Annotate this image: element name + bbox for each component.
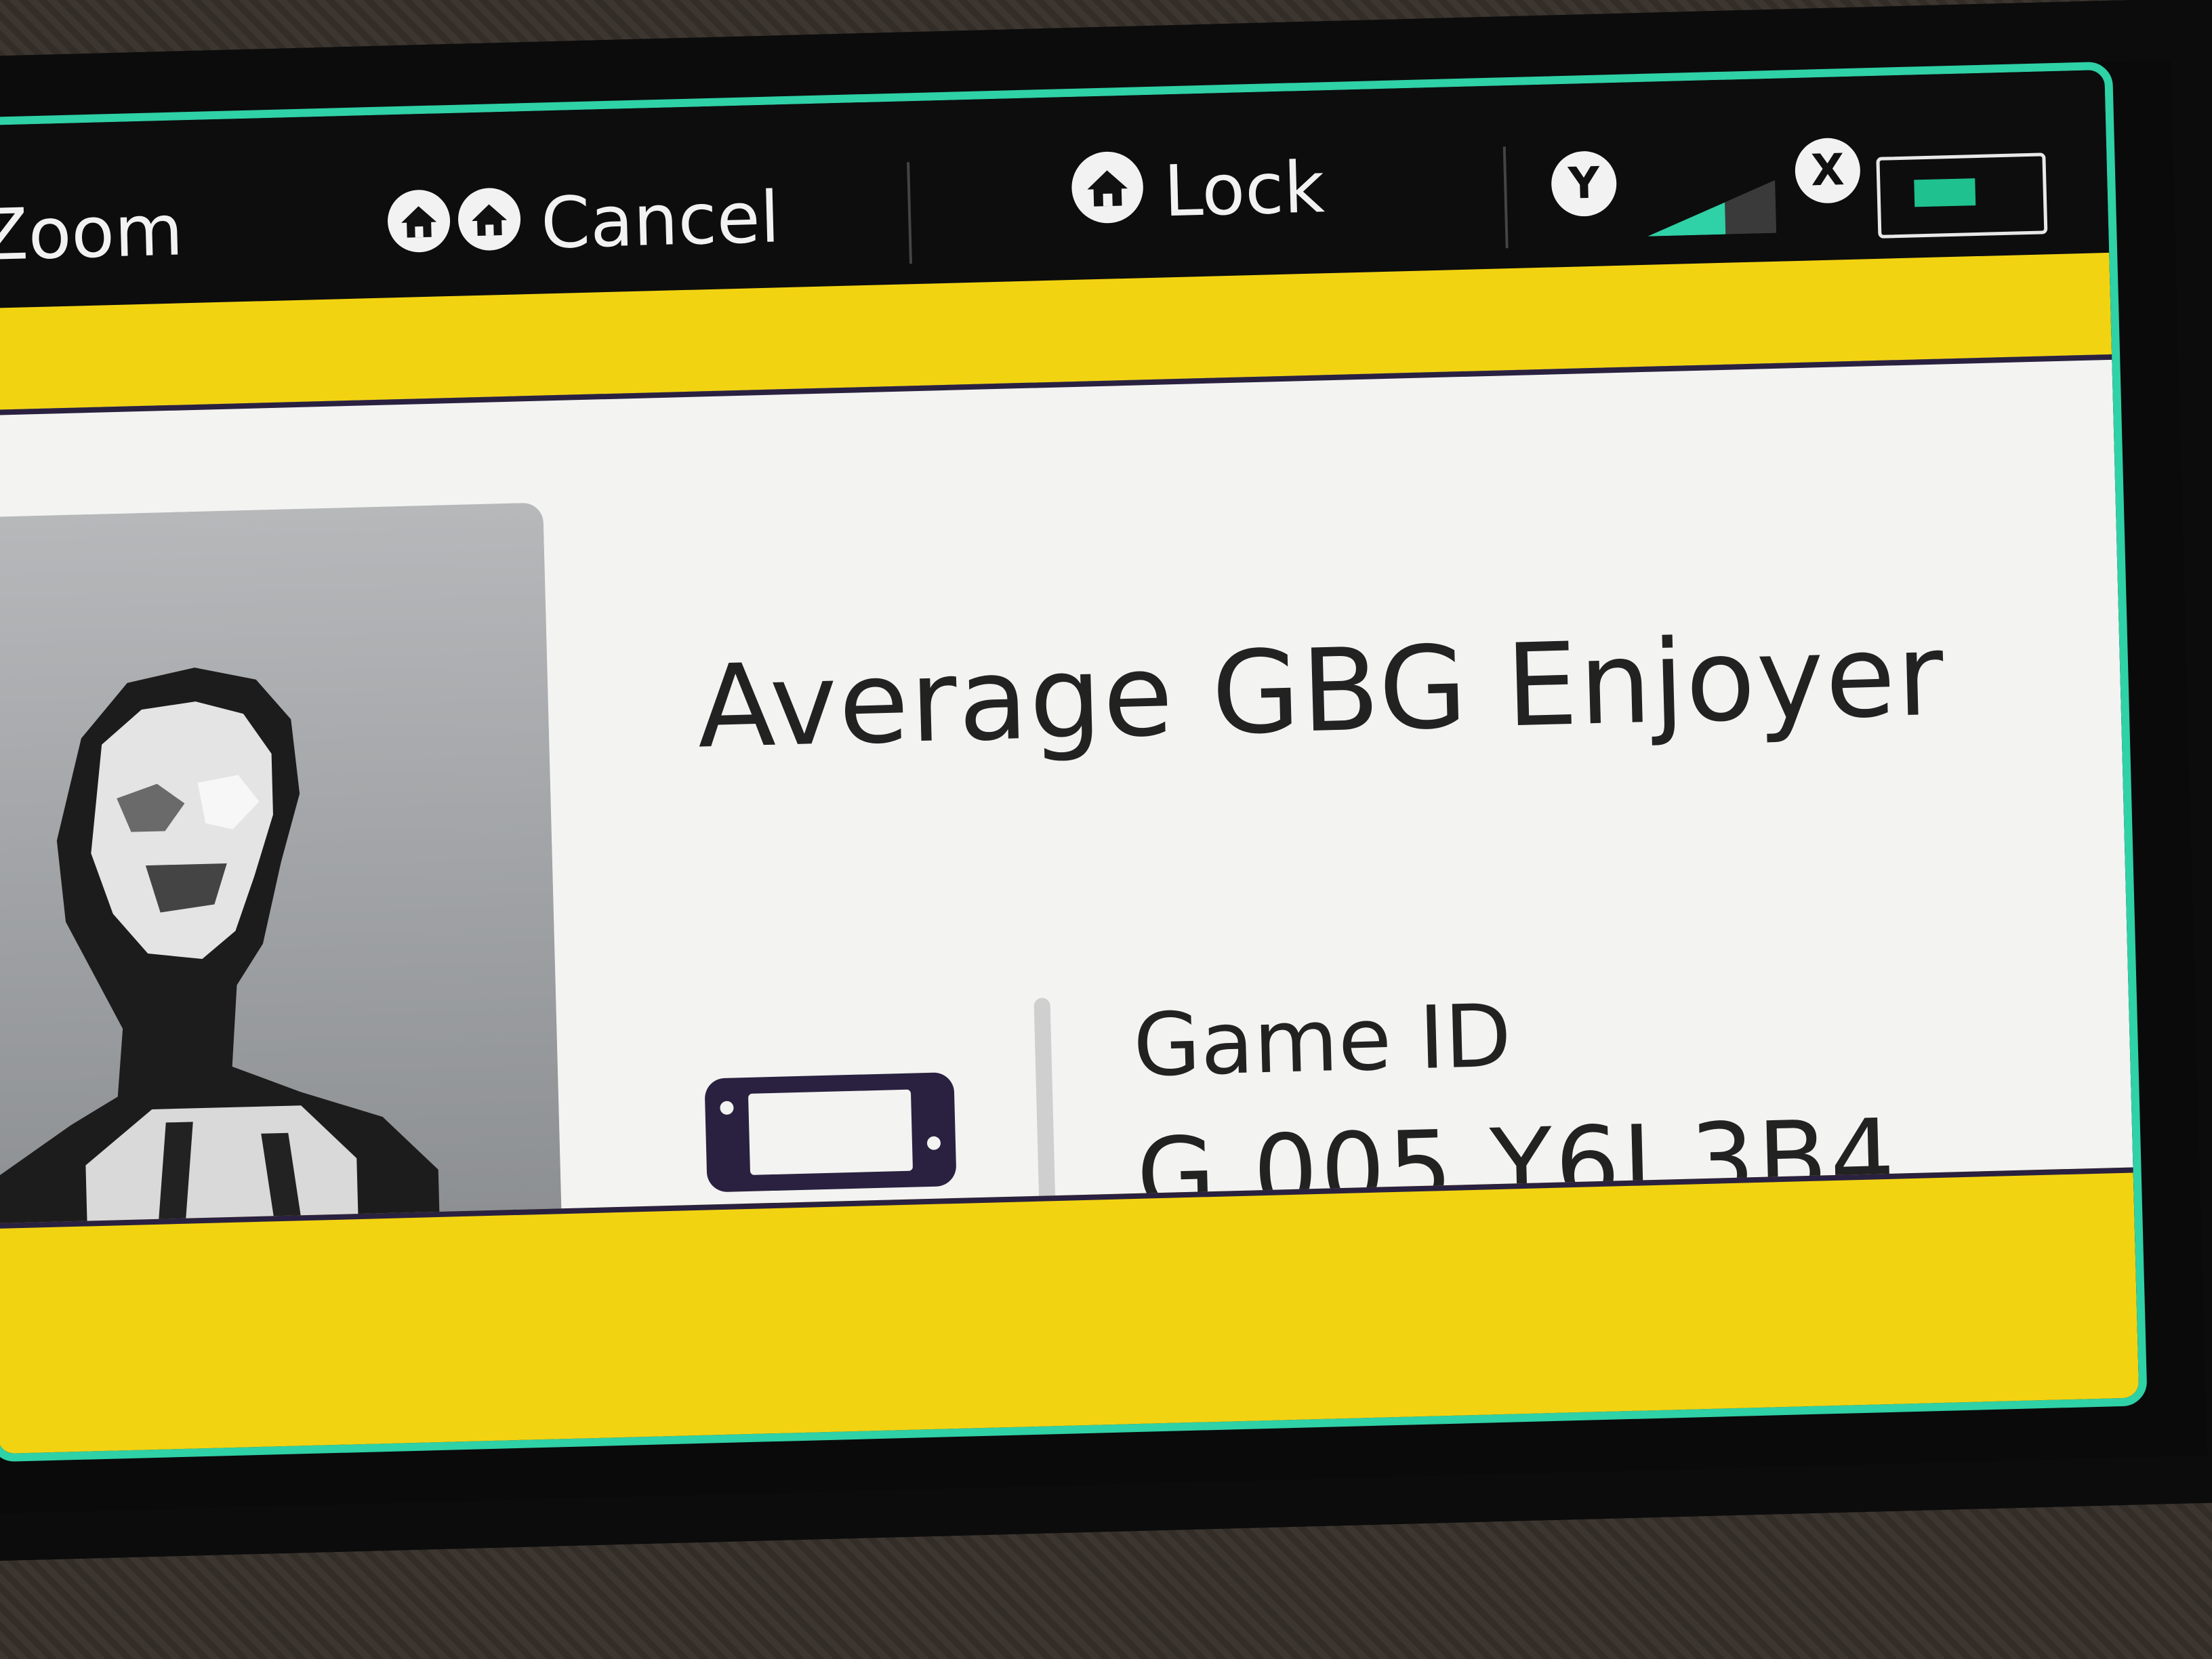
profile-content: Average GBG Enjoyer Game ID G 005 Y6J 3B… bbox=[0, 354, 2133, 1277]
device-screen: Zoom Cancel Lock Y X Average GBG Enjoyer… bbox=[0, 60, 2207, 1514]
zoom-label: Zoom bbox=[0, 188, 184, 277]
cancel-control[interactable]: Cancel bbox=[386, 176, 781, 265]
photo-background: Zoom Cancel Lock Y X Average GBG Enjoyer… bbox=[0, 0, 2212, 1659]
cancel-label: Cancel bbox=[539, 176, 781, 265]
user-avatar[interactable] bbox=[0, 502, 563, 1277]
handheld-device: Zoom Cancel Lock Y X Average GBG Enjoyer… bbox=[0, 0, 2212, 1563]
lock-label: Lock bbox=[1162, 146, 1326, 233]
user-nickname: Average GBG Enjoyer bbox=[695, 608, 1947, 774]
y-button-glyph: Y bbox=[1550, 150, 1618, 218]
battery-icon bbox=[1876, 152, 2048, 239]
home-icon bbox=[386, 188, 453, 265]
topbar-divider bbox=[1502, 146, 1509, 249]
topbar-divider bbox=[907, 162, 912, 264]
home-icon bbox=[456, 186, 523, 263]
signal-strength-icon bbox=[1647, 180, 1777, 237]
game-id-label: Game ID bbox=[1132, 985, 1513, 1097]
profile-card-frame: Zoom Cancel Lock Y X Average GBG Enjoyer… bbox=[0, 61, 2148, 1462]
x-button[interactable]: X bbox=[1794, 137, 1862, 205]
lock-control[interactable]: Lock bbox=[1069, 144, 1326, 237]
battery-level-fill bbox=[1914, 178, 1976, 207]
pixel-art-avatar-image bbox=[0, 502, 563, 1277]
zoom-control[interactable]: Zoom bbox=[0, 188, 184, 277]
handheld-console-icon bbox=[705, 1072, 956, 1192]
x-button-glyph: X bbox=[1794, 137, 1862, 205]
home-icon bbox=[1069, 149, 1146, 237]
y-button[interactable]: Y bbox=[1550, 150, 1618, 218]
